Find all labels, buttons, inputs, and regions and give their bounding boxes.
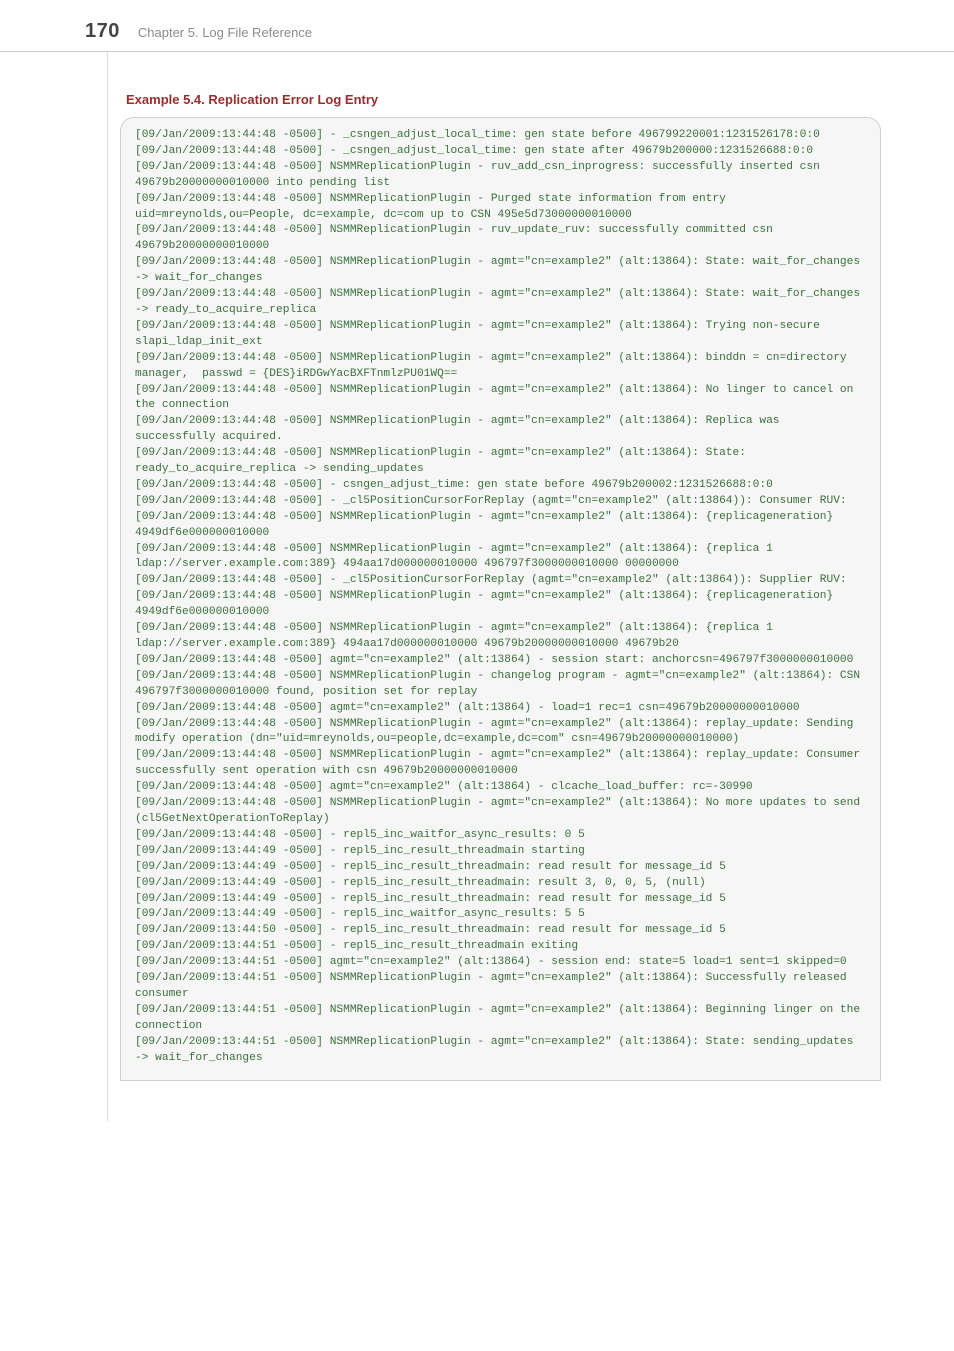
- log-code-block: [09/Jan/2009:13:44:48 -0500] - _csngen_a…: [120, 117, 881, 1081]
- example-title: Example 5.4. Replication Error Log Entry: [126, 92, 909, 107]
- page-container: 170 Chapter 5. Log File Reference Exampl…: [0, 0, 954, 1121]
- page-number: 170: [85, 20, 120, 43]
- chapter-title: Chapter 5. Log File Reference: [138, 25, 312, 40]
- page-content: Example 5.4. Replication Error Log Entry…: [107, 52, 909, 1121]
- page-header: 170 Chapter 5. Log File Reference: [0, 0, 954, 52]
